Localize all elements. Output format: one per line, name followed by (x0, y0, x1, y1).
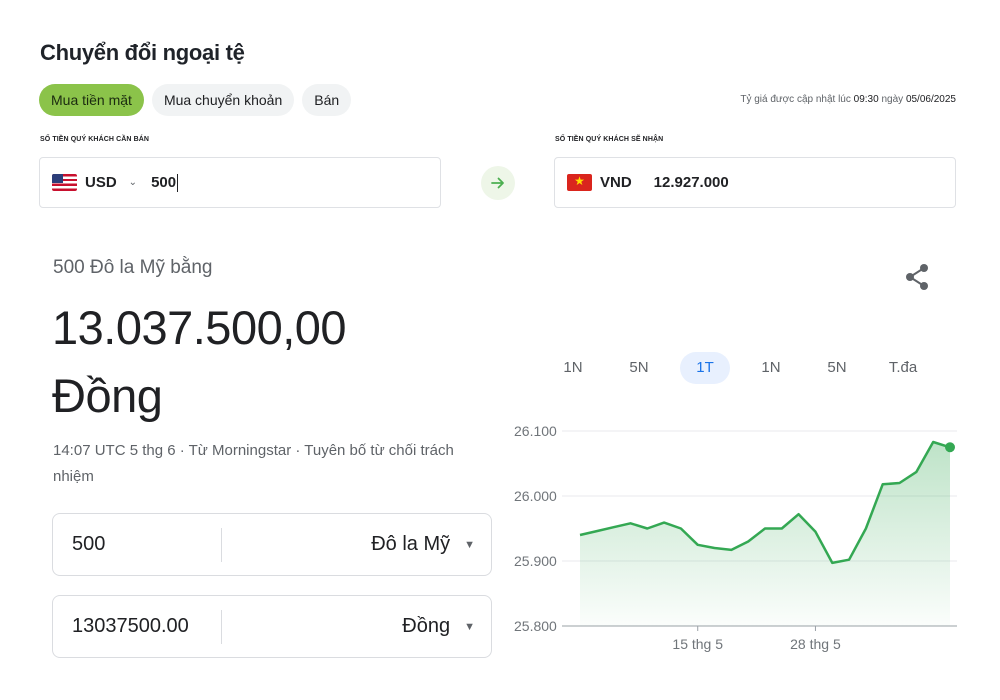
text-caret (177, 173, 179, 192)
update-date: 05/06/2025 (905, 94, 956, 105)
range-tabs: 1N 5N 1T 1N 5N T.đa (540, 352, 936, 384)
converted-unit: Đồng (52, 369, 163, 422)
to-value-input[interactable]: 13037500.00 (53, 615, 221, 638)
conversion-subtitle: 500 Đô la Mỹ bằng (53, 257, 213, 278)
to-converter-row: 13037500.00 Đồng ▼ (52, 595, 492, 658)
y-tick-label: 25.900 (514, 553, 557, 569)
chevron-down-icon[interactable]: ⌄ (129, 177, 137, 188)
x-tick-label: 15 thg 5 (672, 636, 723, 652)
chart-endpoint (945, 442, 955, 453)
update-prefix: Tỷ giá được cập nhật lúc (740, 94, 854, 105)
page-title: Chuyển đổi ngoại tệ (40, 40, 245, 65)
from-amount-input[interactable]: 500 (151, 174, 176, 191)
share-icon[interactable] (903, 262, 933, 292)
from-converter-row: 500 Đô la Mỹ ▼ (52, 513, 492, 576)
range-1y[interactable]: 1N (738, 352, 804, 384)
dropdown-icon[interactable]: ▼ (464, 539, 475, 551)
range-1d[interactable]: 1N (540, 352, 606, 384)
from-value-input[interactable]: 500 (53, 533, 221, 556)
to-unit-select[interactable]: Đồng (222, 615, 464, 638)
tab-cash[interactable]: Mua tiền mặt (39, 84, 144, 116)
x-tick-label: 28 thg 5 (790, 636, 841, 652)
from-currency-select[interactable]: USD (85, 174, 117, 191)
rate-chart: 26.100 26.000 25.900 25.800 15 thg 5 28 thg … (514, 423, 957, 652)
tab-transfer[interactable]: Mua chuyển khoản (151, 84, 295, 116)
us-flag-icon (52, 174, 77, 191)
y-tick-label: 26.000 (514, 488, 557, 504)
source-meta: 14:07 UTC 5 thg 6 · Từ Morningstar · Tuy… (53, 442, 454, 485)
from-unit-select[interactable]: Đô la Mỹ (222, 533, 464, 556)
range-5d[interactable]: 5N (606, 352, 672, 384)
from-amount-label: SỐ TIỀN QUÝ KHÁCH CẦN BÁN (40, 136, 150, 143)
to-amount-value: 12.927.000 (653, 174, 729, 191)
to-amount-box: VND 12.927.000 (554, 157, 956, 208)
purchase-type-tabs: Mua tiền mặt Mua chuyển khoản Bán (39, 84, 352, 116)
arrow-right-icon[interactable] (481, 166, 515, 200)
from-amount-box[interactable]: USD ⌄ 500 (39, 157, 441, 208)
tab-sell[interactable]: Bán (302, 84, 352, 116)
converted-value: 13.037.500,00 (52, 301, 347, 354)
to-currency: VND (600, 174, 632, 191)
range-max[interactable]: T.đa (870, 352, 936, 384)
update-mid: ngày (878, 94, 906, 105)
range-1m[interactable]: 1T (680, 352, 730, 384)
vn-flag-icon (567, 174, 592, 191)
range-5y[interactable]: 5N (804, 352, 870, 384)
rate-update-note: Tỷ giá được cập nhật lúc 09:30 ngày 05/0… (740, 94, 956, 105)
dropdown-icon[interactable]: ▼ (464, 621, 475, 633)
y-tick-label: 25.800 (514, 618, 557, 634)
chart-area (580, 442, 950, 626)
y-tick-label: 26.100 (514, 423, 557, 439)
update-time: 09:30 (853, 94, 879, 105)
to-amount-label: SỐ TIỀN QUÝ KHÁCH SẼ NHẬN (555, 136, 664, 143)
